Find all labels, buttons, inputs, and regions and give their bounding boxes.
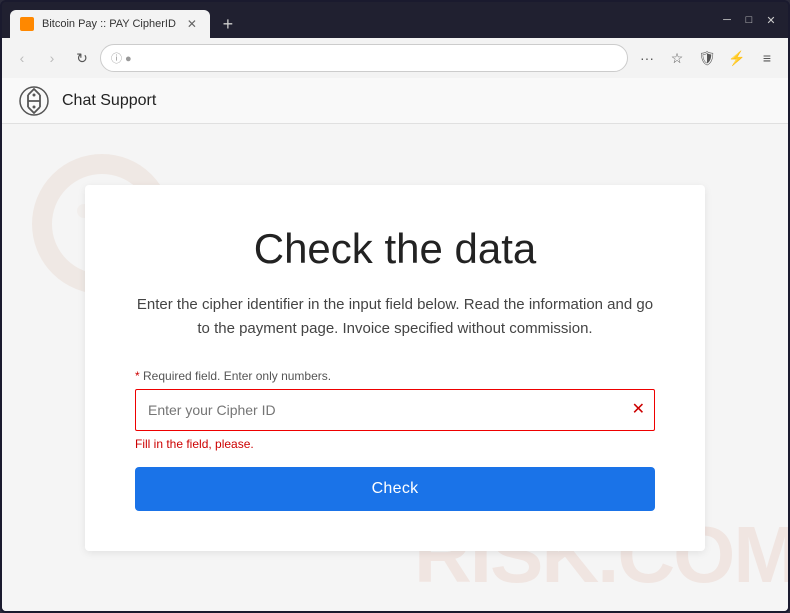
close-button[interactable]: ✕ bbox=[762, 11, 780, 29]
site-nav: Chat Support bbox=[2, 78, 788, 124]
tab-close-button[interactable]: ✕ bbox=[184, 16, 200, 32]
tab-favicon bbox=[20, 17, 34, 31]
error-text: Fill in the field, please. bbox=[135, 437, 655, 451]
back-button[interactable]: ‹ bbox=[10, 46, 34, 70]
more-button[interactable]: ··· bbox=[634, 45, 660, 71]
site-logo-icon bbox=[18, 85, 50, 117]
forward-button[interactable]: › bbox=[40, 46, 64, 70]
lightning-button[interactable]: ⚡ bbox=[724, 45, 750, 71]
shield-button[interactable]: 🛡 bbox=[694, 45, 720, 71]
page-content: Chat Support RISK.COM Check the data Ent… bbox=[2, 78, 788, 611]
bookmark-button[interactable]: ☆ bbox=[664, 45, 690, 71]
cipher-input[interactable] bbox=[135, 389, 655, 431]
security-icon: ⓘ ● bbox=[111, 50, 132, 66]
toolbar-actions: ··· ☆ 🛡 ⚡ ≡ bbox=[634, 45, 780, 71]
required-note: * Required field. Enter only numbers. bbox=[135, 369, 655, 383]
window-controls: ─ □ ✕ bbox=[718, 11, 780, 29]
tab-title: Bitcoin Pay :: PAY CipherID bbox=[42, 18, 176, 30]
check-button[interactable]: Check bbox=[135, 467, 655, 511]
new-tab-button[interactable]: + bbox=[214, 10, 242, 38]
menu-button[interactable]: ≡ bbox=[754, 45, 780, 71]
content-card: Check the data Enter the cipher identifi… bbox=[85, 185, 705, 551]
input-clear-button[interactable]: ✕ bbox=[632, 402, 645, 418]
title-bar: Bitcoin Pay :: PAY CipherID ✕ + ─ □ ✕ bbox=[2, 2, 788, 38]
url-bar[interactable]: ⓘ ● bbox=[100, 44, 628, 72]
input-wrapper: ✕ bbox=[135, 389, 655, 431]
page-description: Enter the cipher identifier in the input… bbox=[135, 293, 655, 341]
minimize-button[interactable]: ─ bbox=[718, 11, 736, 29]
tab-bar: Bitcoin Pay :: PAY CipherID ✕ + bbox=[10, 2, 714, 38]
required-note-text: Required field. Enter only numbers. bbox=[140, 369, 331, 383]
browser-window: Bitcoin Pay :: PAY CipherID ✕ + ─ □ ✕ ‹ … bbox=[0, 0, 790, 613]
page-heading: Check the data bbox=[135, 225, 655, 273]
maximize-button[interactable]: □ bbox=[740, 11, 758, 29]
refresh-button[interactable]: ↻ bbox=[70, 46, 94, 70]
site-nav-title: Chat Support bbox=[62, 92, 156, 110]
main-area: RISK.COM Check the data Enter the cipher… bbox=[2, 124, 788, 611]
active-tab[interactable]: Bitcoin Pay :: PAY CipherID ✕ bbox=[10, 10, 210, 38]
address-bar: ‹ › ↻ ⓘ ● ··· ☆ 🛡 ⚡ ≡ bbox=[2, 38, 788, 78]
